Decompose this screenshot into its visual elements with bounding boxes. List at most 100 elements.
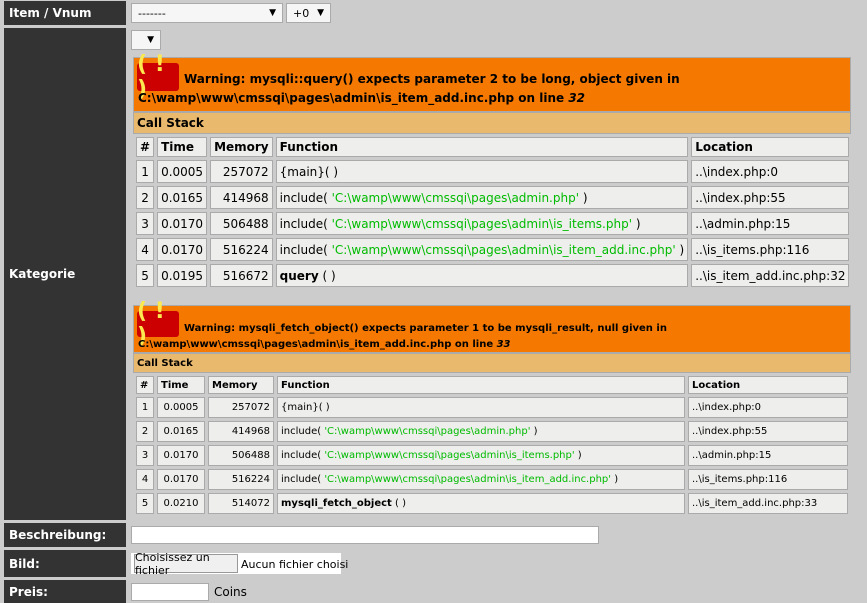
location-file: ..\admin.php (692, 450, 756, 461)
function-close: ) (632, 216, 641, 231)
function-close: ) (530, 426, 538, 437)
location-file: ..\index.php (692, 402, 752, 413)
item-vnum-cell: ------- ▼ +0 ▼ (129, 1, 856, 25)
cell-memory: 506488 (208, 445, 274, 466)
bild-label: Bild: (4, 550, 126, 577)
location-file: ..\index.php (695, 164, 767, 179)
table-header-row: # Time Memory Function Location (136, 376, 848, 394)
cell-time: 0.0170 (157, 469, 205, 490)
function-name: include( (279, 216, 332, 231)
cell-memory: 514072 (208, 493, 274, 514)
function-name: include( (279, 190, 332, 205)
warning-path: C:\wamp\www\cmssqi\pages\admin\is_item_a… (138, 339, 511, 350)
kategorie-select[interactable]: ▼ (131, 30, 161, 50)
cell-function: include( 'C:\wamp\www\cmssqi\pages\admin… (277, 445, 685, 466)
function-name: include( (281, 474, 325, 485)
bild-cell: Choisissez un fichier Aucun fichier choi… (129, 550, 856, 577)
function-close: ) (574, 450, 582, 461)
item-select[interactable]: ------- ▼ (131, 3, 283, 23)
chevron-down-icon: ▼ (269, 8, 276, 18)
col-function: Function (275, 137, 689, 157)
location-file: ..\index.php (695, 190, 767, 205)
cell-function: {main}( ) (277, 397, 685, 418)
cell-location: ..\is_items.php:116 (691, 238, 850, 261)
cell-location: ..\is_item_add.inc.php:33 (688, 493, 848, 514)
cell-location: ..\is_item_add.inc.php:32 (691, 264, 850, 287)
cell-index: 1 (136, 160, 155, 183)
cell-memory: 516224 (208, 469, 274, 490)
preis-label: Preis: (4, 580, 126, 603)
preis-input[interactable] (131, 583, 209, 601)
item-select-value: ------- (138, 6, 166, 20)
location-line: 15 (775, 216, 791, 231)
function-close: ( ) (391, 498, 406, 509)
cell-function: include( 'C:\wamp\www\cmssqi\pages\admin… (277, 421, 685, 442)
location-line: 32 (830, 268, 846, 283)
cell-time: 0.0170 (157, 238, 208, 261)
xdebug-error-2: ( ! ) Warning: mysqli_fetch_object() exp… (133, 299, 851, 517)
col-function: Function (277, 376, 685, 394)
col-memory: Memory (208, 376, 274, 394)
warning-header: ( ! ) Warning: mysqli_fetch_object() exp… (133, 299, 851, 353)
beschreibung-cell (129, 523, 856, 547)
function-argument: 'C:\wamp\www\cmssqi\pages\admin\is_items… (324, 450, 575, 461)
xdebug-error-1: ( ! ) Warning: mysqli::query() expects p… (133, 52, 853, 290)
function-name: {main}( ) (279, 164, 339, 179)
location-line: 55 (754, 426, 768, 437)
cell-time: 0.0210 (157, 493, 205, 514)
cell-time: 0.0170 (157, 212, 208, 235)
cell-index: 5 (136, 264, 155, 287)
function-close: ( ) (318, 268, 336, 283)
cell-function: mysqli_fetch_object ( ) (277, 493, 685, 514)
preis-unit: Coins (214, 585, 247, 599)
function-close: ) (579, 190, 588, 205)
location-file: ..\admin.php (695, 216, 772, 231)
function-name: include( (281, 450, 325, 461)
cell-index: 2 (136, 186, 155, 209)
beschreibung-input[interactable] (131, 526, 599, 544)
col-memory: Memory (210, 137, 273, 157)
location-file: ..\is_items.php (692, 474, 765, 485)
table-row: 4 0.0170 516224 include( 'C:\wamp\www\cmssq… (136, 469, 848, 490)
cell-time: 0.0165 (157, 186, 208, 209)
table-row: 5 0.0195 516672 query ( ) ..\is_item_add.inc… (136, 264, 850, 287)
table-row: 4 0.0170 516224 include( 'C:\wamp\www\cmssq… (136, 238, 850, 261)
location-file: ..\index.php (692, 426, 752, 437)
cell-index: 4 (136, 238, 155, 261)
bonus-select-value: +0 (293, 6, 310, 20)
table-row: 1 0.0005 257072 {main}( ) ..\index.php:0 (136, 397, 848, 418)
function-name: {main}( ) (281, 402, 330, 413)
cell-index: 3 (136, 212, 155, 235)
cell-location: ..\index.php:55 (688, 421, 848, 442)
table-row: 2 0.0165 414968 include( 'C:\wamp\www\cmssq… (136, 421, 848, 442)
cell-memory: 414968 (208, 421, 274, 442)
cell-time: 0.0170 (157, 445, 205, 466)
choose-file-button[interactable]: Choisissez un fichier (134, 551, 238, 577)
chevron-down-icon: ▼ (147, 35, 154, 45)
function-argument: 'C:\wamp\www\cmssqi\pages\admin\is_item_… (331, 242, 676, 257)
col-time: Time (157, 376, 205, 394)
bonus-select[interactable]: +0 ▼ (286, 3, 331, 23)
function-name: include( (281, 426, 325, 437)
warning-message: Warning: mysqli::query() expects paramet… (184, 72, 680, 86)
location-file: ..\is_item_add.inc.php (695, 268, 827, 283)
cell-memory: 516672 (210, 264, 273, 287)
table-row: 2 0.0165 414968 include( 'C:\wamp\www\cmssq… (136, 186, 850, 209)
warning-path: C:\wamp\www\cmssqi\pages\admin\is_item_a… (138, 91, 586, 105)
cell-index: 4 (136, 469, 154, 490)
function-name: query (279, 268, 319, 283)
location-line: 15 (758, 450, 772, 461)
table-row: 5 0.0210 514072 mysqli_fetch_object ( ) ..\i… (136, 493, 848, 514)
location-line: 55 (770, 190, 786, 205)
call-stack-table: # Time Memory Function Location 1 0.0005 2… (133, 373, 851, 517)
call-stack-table: # Time Memory Function Location 1 0.0005 2… (133, 134, 853, 290)
location-file: ..\is_item_add.inc.php (692, 498, 802, 509)
cell-function: {main}( ) (275, 160, 689, 183)
cell-function: include( 'C:\wamp\www\cmssqi\pages\admin… (275, 186, 689, 209)
cell-time: 0.0005 (157, 397, 205, 418)
function-argument: 'C:\wamp\www\cmssqi\pages\admin\is_item_… (324, 474, 612, 485)
beschreibung-label: Beschreibung: (4, 523, 126, 547)
cell-location: ..\is_items.php:116 (688, 469, 848, 490)
function-name: mysqli_fetch_object (281, 498, 392, 509)
cell-index: 5 (136, 493, 154, 514)
